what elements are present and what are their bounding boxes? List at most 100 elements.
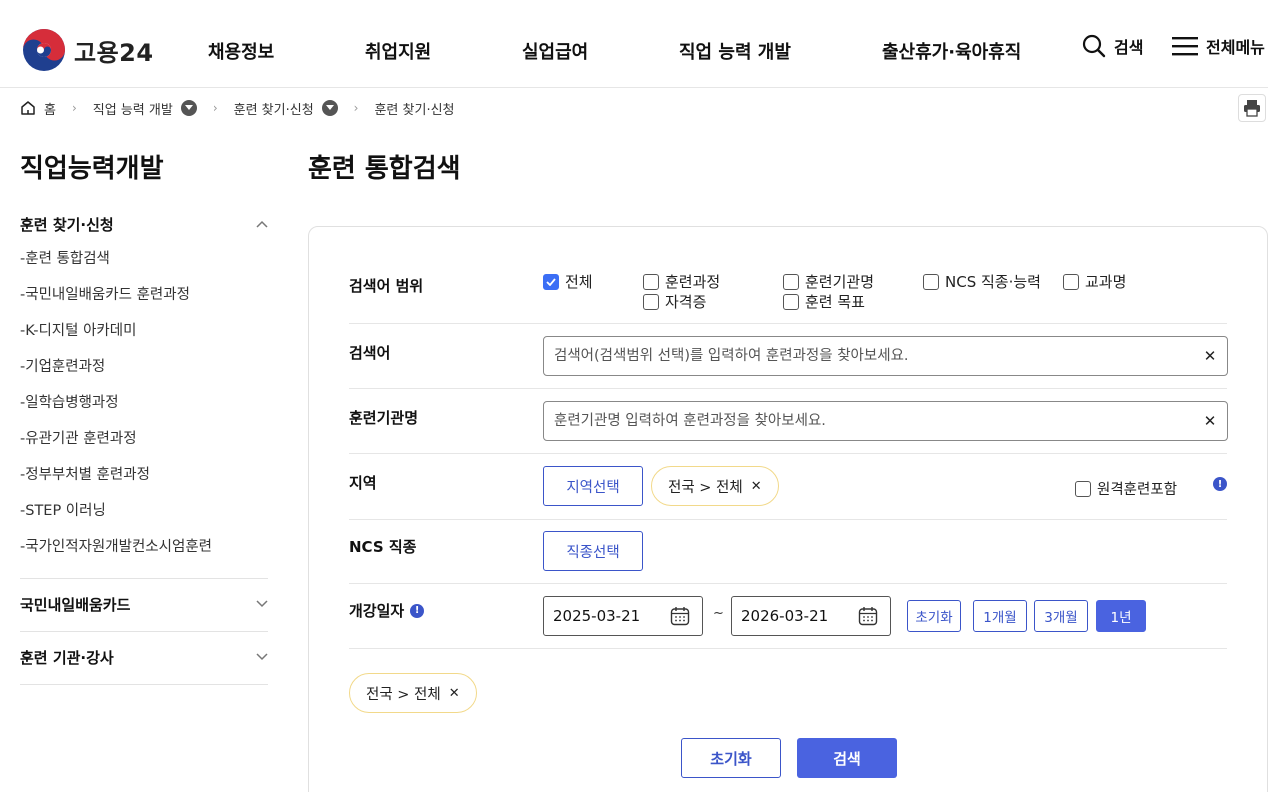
scope-checkbox-all[interactable]: 전체 [543,271,593,292]
scope-checkbox-goal[interactable]: 훈련 목표 [783,291,865,312]
sidebar-group-find-training: 훈련 찾기·신청 -훈련 통합검색 -국민내일배움카드 훈련과정 -K-디지털 … [20,214,268,572]
nav-item-unemployment-benefit[interactable]: 실업급여 [522,38,588,64]
sidebar-group-header[interactable]: 훈련 찾기·신청 [20,214,268,234]
sidebar-item-government-ministries[interactable]: -정부부처별 훈련과정 [20,464,268,500]
nav-item-jobs[interactable]: 채용정보 [208,38,274,64]
date-1month-button[interactable]: 1개월 [973,600,1027,632]
scope-checkbox-course[interactable]: 훈련과정 [643,271,720,292]
region-label: 지역 [349,474,377,492]
printer-icon [1244,100,1260,117]
institution-input[interactable] [544,402,1164,440]
header-search-button[interactable]: 검색 [1082,34,1143,58]
chip-remove-icon[interactable]: ✕ [449,686,460,701]
chevron-up-icon [256,220,268,228]
sidebar-item-step-elearning[interactable]: -STEP 이러닝 [20,500,268,536]
logo[interactable]: 고용24 [22,28,154,72]
breadcrumb: 홈 › 직업 능력 개발 › 훈련 찾기·신청 › 훈련 찾기·신청 [20,98,455,118]
sidebar-item-work-study[interactable]: -일학습병행과정 [20,392,268,428]
taegeuk-logo-icon [23,29,65,71]
selected-filter-chip: 전국 > 전체 ✕ [349,673,477,713]
sidebar-divider [20,578,268,579]
chip-remove-icon[interactable]: ✕ [751,479,762,494]
reset-button[interactable]: 초기화 [681,738,781,778]
breadcrumb-separator-icon: › [71,101,77,115]
checkbox-checked-icon [543,273,559,290]
institution-label: 훈련기관명 [349,409,419,427]
calendar-icon[interactable] [670,606,690,626]
sidebar-item-company-training[interactable]: -기업훈련과정 [20,356,268,392]
nav-item-employment-support[interactable]: 취업지원 [365,38,431,64]
keyword-label: 검색어 [349,344,391,362]
selected-filter-label: 전국 > 전체 [366,686,441,703]
scope-label: 검색어 범위 [349,277,424,295]
sidebar-divider [20,631,268,632]
site-header: 고용24 채용정보 취업지원 실업급여 직업 능력 개발 출산휴가·육아휴직 검… [0,0,1268,88]
breadcrumb-current: 훈련 찾기·신청 [374,102,455,118]
region-chip-label: 전국 > 전체 [668,479,743,496]
start-date-field[interactable]: 2025-03-21 [543,596,703,636]
scope-checkbox-ncs[interactable]: NCS 직종·능력 [923,271,1041,292]
all-menu-button[interactable]: 전체메뉴 [1172,34,1265,58]
clear-icon[interactable]: ✕ [1201,412,1219,430]
breadcrumb-home[interactable]: 홈 [20,99,56,118]
print-button[interactable] [1238,94,1266,122]
date-row: 개강일자 ! 2025-03-21 ~ 2026-03-21 초기화 1개월 3… [349,584,1227,649]
region-select-button[interactable]: 지역선택 [543,466,643,506]
sidebar-group-label: 훈련 기관·강사 [20,648,114,667]
sidebar-item-integrated-search[interactable]: -훈련 통합검색 [20,248,268,284]
date-3month-button[interactable]: 3개월 [1034,600,1088,632]
start-date-value: 2025-03-21 [553,607,641,625]
breadcrumb-level1-label: 직업 능력 개발 [92,102,173,118]
sidebar-group-header[interactable]: 국민내일배움카드 [20,594,268,614]
institution-field: ✕ [543,401,1228,441]
scope-checkbox-institution[interactable]: 훈련기관명 [783,271,874,292]
end-date-field[interactable]: 2026-03-21 [731,596,891,636]
breadcrumb-separator-icon: › [353,101,359,115]
breadcrumb-level1[interactable]: 직업 능력 개발 [93,99,197,118]
keyword-input[interactable] [544,337,1164,375]
dropdown-arrow-icon[interactable] [321,100,338,116]
nav-item-parental-leave[interactable]: 출산휴가·육아휴직 [882,38,1021,64]
scope-checkbox-subject[interactable]: 교과명 [1063,271,1126,292]
chevron-down-icon [256,653,268,661]
region-row: 지역 지역선택 전국 > 전체 ✕ 원격훈련포함 ! [349,454,1227,520]
hamburger-menu-icon [1172,37,1198,56]
keyword-field: ✕ [543,336,1228,376]
institution-row: 훈련기관명 ✕ [349,389,1228,454]
sidebar-sub-list: -훈련 통합검색 -국민내일배움카드 훈련과정 -K-디지털 아카데미 -기업훈… [20,248,268,572]
breadcrumb-level2-label: 훈련 찾기·신청 [233,102,314,118]
scope-checkbox-certificate[interactable]: 자격증 [643,291,706,312]
ncs-select-button[interactable]: 직종선택 [543,531,643,571]
calendar-icon[interactable] [858,606,878,626]
ncs-label: NCS 직종 [349,538,417,556]
sidebar-group-header[interactable]: 훈련 기관·강사 [20,647,268,667]
scope-row: 검색어 범위 전체 훈련과정 훈련기관명 NCS 직종·능력 교과명 자격증 훈… [349,257,1227,324]
sidebar-group-institutions: 훈련 기관·강사 [20,647,268,667]
search-panel: 검색어 범위 전체 훈련과정 훈련기관명 NCS 직종·능력 교과명 자격증 훈… [308,226,1268,792]
sidebar-divider [20,684,268,685]
dropdown-arrow-icon[interactable] [180,100,197,116]
remote-training-checkbox[interactable]: 원격훈련포함 [1075,478,1177,499]
info-icon[interactable]: ! [1213,477,1227,491]
sidebar-item-consortium[interactable]: -국가인적자원개발컨소시엄훈련 [20,536,268,572]
sidebar-item-k-digital[interactable]: -K-디지털 아카데미 [20,320,268,356]
info-icon[interactable]: ! [410,603,425,618]
search-button[interactable]: 검색 [797,738,897,778]
home-icon [21,101,35,115]
date-reset-button[interactable]: 초기화 [907,600,961,632]
nav-item-vocational-training[interactable]: 직업 능력 개발 [679,38,791,64]
date-label-wrap: 개강일자 ! [349,600,425,621]
breadcrumb-level2[interactable]: 훈련 찾기·신청 [234,99,338,118]
clear-icon[interactable]: ✕ [1201,347,1219,365]
sidebar-group-naeil-card: 국민내일배움카드 [20,594,268,614]
breadcrumb-separator-icon: › [212,101,218,115]
sidebar-group-label: 국민내일배움카드 [20,595,131,614]
sidebar-item-naeil-card-courses[interactable]: -국민내일배움카드 훈련과정 [20,284,268,320]
sidebar-title: 직업능력개발 [20,154,164,184]
date-label: 개강일자 [349,602,405,620]
end-date-value: 2026-03-21 [741,607,829,625]
sidebar-item-related-institutions[interactable]: -유관기관 훈련과정 [20,428,268,464]
date-1year-button[interactable]: 1년 [1096,600,1146,632]
page-title: 훈련 통합검색 [308,154,461,184]
sidebar-group-label: 훈련 찾기·신청 [20,215,114,234]
